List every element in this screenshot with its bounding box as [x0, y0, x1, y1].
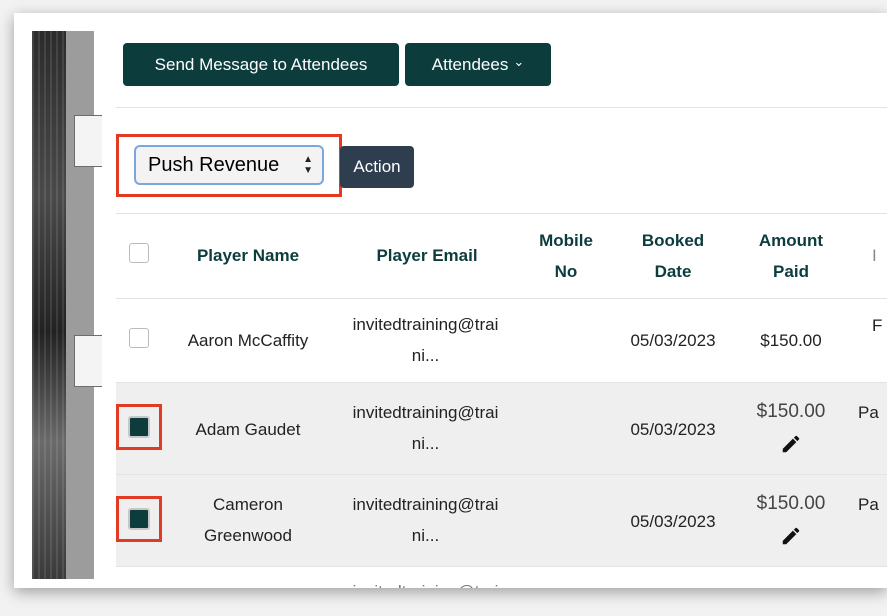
attendees-label: Attendees [431, 54, 509, 74]
header-label: Amount [758, 231, 824, 250]
header-label: Player Name [196, 246, 300, 265]
send-message-label: Send Message to Attendees [154, 54, 368, 74]
header-label: No [554, 262, 578, 281]
side-strip [66, 31, 94, 579]
screenshot-card: Send Message to Attendees Attendees ⌄ Pu… [14, 13, 887, 588]
email-line: ni... [411, 526, 440, 545]
player-email: invitedtraining@trai [338, 576, 513, 588]
email-line: invitedtraining@trai [352, 495, 499, 514]
highlight-select [116, 134, 342, 197]
header-amount-paid[interactable]: Amount Paid [736, 225, 846, 287]
header-booked-date[interactable]: Booked Date [618, 225, 728, 287]
email-line: invitedtraining@trai [352, 315, 499, 334]
attendees-dropdown-button[interactable]: Attendees ⌄ [405, 43, 551, 86]
amount-paid: $150.00 [756, 401, 826, 422]
amount-paid: $150.00 [756, 493, 826, 514]
pencil-icon[interactable] [780, 525, 802, 547]
player-email: invitedtraining@trai ni... [338, 397, 513, 459]
name-line: Greenwood [204, 526, 292, 545]
row-checkbox[interactable] [129, 328, 149, 348]
email-line: ni... [411, 346, 440, 365]
header-label: Date [654, 262, 692, 281]
divider [116, 213, 887, 214]
amount-paid: $150.00 [760, 331, 822, 350]
next-column-value: Pa [858, 403, 879, 422]
divider [116, 107, 887, 108]
background-photo [32, 31, 66, 579]
next-column-value: Pa [858, 495, 879, 514]
highlight-checkbox [116, 496, 162, 542]
highlight-checkbox [116, 404, 162, 450]
pencil-icon[interactable] [780, 433, 802, 455]
header-label: Mobile [539, 231, 593, 250]
header-player-name[interactable]: Player Name [172, 240, 324, 271]
player-email: invitedtraining@trai ni... [338, 309, 513, 371]
send-message-button[interactable]: Send Message to Attendees [123, 43, 399, 86]
email-line: invitedtraining@trai [352, 403, 499, 422]
attendees-panel: Send Message to Attendees Attendees ⌄ Pu… [102, 37, 887, 588]
header-next-column[interactable]: I [872, 240, 887, 271]
next-column-value: F [872, 316, 883, 335]
name-line: Cameron [213, 495, 283, 514]
header-label: Booked [641, 231, 705, 250]
action-button-label: Action [353, 157, 401, 176]
booked-date: 05/03/2023 [630, 420, 716, 439]
chevron-down-icon: ⌄ [513, 53, 525, 69]
booked-date: 05/03/2023 [630, 331, 716, 350]
booked-date: 05/03/2023 [630, 512, 716, 531]
select-all-checkbox[interactable] [129, 243, 149, 263]
table-row: Adam Gaudet invitedtraining@trai ni... 0… [116, 382, 887, 475]
header-label: I [872, 246, 877, 265]
action-button[interactable]: Action [340, 146, 414, 188]
player-name: Cameron Greenwood [172, 489, 324, 551]
email-line: ni... [411, 434, 440, 453]
player-name: Adam Gaudet [195, 420, 301, 439]
player-name: Aaron McCaffity [187, 331, 309, 350]
player-email: invitedtraining@trai ni... [338, 489, 513, 551]
header-player-email[interactable]: Player Email [342, 240, 512, 271]
header-label: Paid [773, 262, 809, 281]
table-row: invitedtraining@trai [116, 566, 887, 588]
table-row: Aaron McCaffity invitedtraining@trai ni.… [116, 298, 887, 383]
header-label: Player Email [376, 246, 478, 265]
header-mobile-no[interactable]: Mobile No [522, 225, 610, 287]
table-row: Cameron Greenwood invitedtraining@trai n… [116, 474, 887, 567]
